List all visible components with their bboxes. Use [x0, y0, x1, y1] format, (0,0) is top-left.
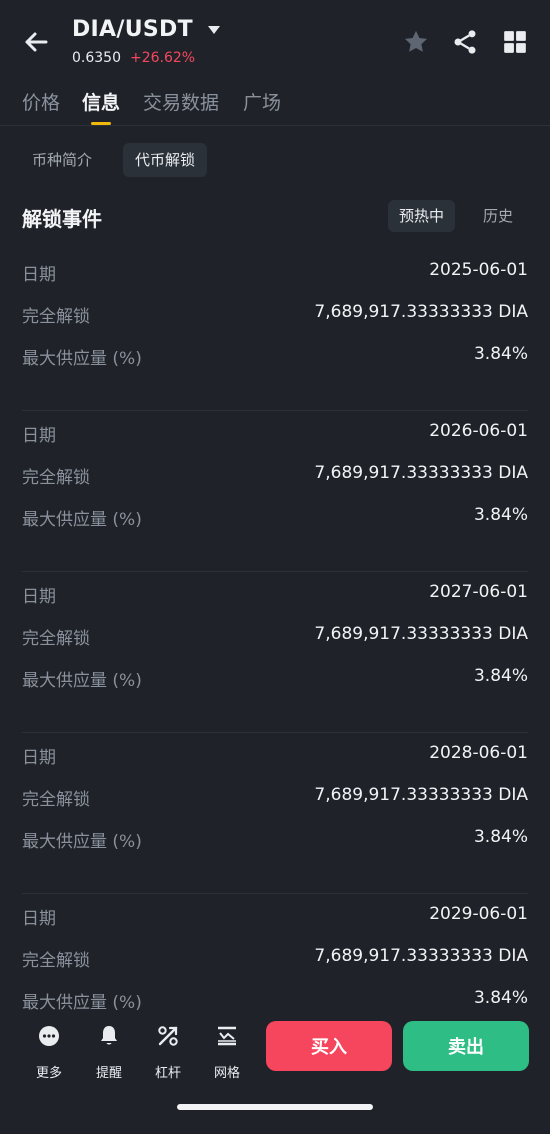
- unlock-event: 日期 2027-06-01 完全解锁 7,689,917.33333333 DI…: [22, 572, 528, 733]
- pair-title[interactable]: DIA/USDT: [72, 17, 193, 42]
- full-unlock-label: 完全解锁: [22, 468, 90, 488]
- alert-button[interactable]: 提醒: [84, 1020, 134, 1081]
- margin-button[interactable]: 杠杆: [143, 1020, 193, 1081]
- event-amount-row: 完全解锁 7,689,917.33333333 DIA: [22, 624, 528, 649]
- tab-trading-data[interactable]: 交易数据: [143, 88, 219, 115]
- unlock-event: 日期 2028-06-01 完全解锁 7,689,917.33333333 DI…: [22, 733, 528, 894]
- supply-pct: 3.84%: [473, 344, 528, 364]
- full-unlock-label: 完全解锁: [22, 790, 90, 810]
- max-supply-label: 最大供应量 (%): [22, 510, 142, 530]
- date-value: 2026-06-01: [429, 421, 528, 441]
- supply-pct: 3.84%: [473, 827, 528, 847]
- unlock-event: 日期 2026-06-01 完全解锁 7,689,917.33333333 DI…: [22, 411, 528, 572]
- event-amount-row: 完全解锁 7,689,917.33333333 DIA: [22, 463, 528, 488]
- active-tab-indicator: [91, 122, 111, 125]
- grid-icon[interactable]: [502, 29, 528, 55]
- caret-down-icon[interactable]: [206, 24, 222, 36]
- max-supply-label: 最大供应量 (%): [22, 671, 142, 691]
- filter-history[interactable]: 历史: [483, 200, 513, 232]
- alert-label: 提醒: [95, 1066, 122, 1081]
- tab-info[interactable]: 信息: [82, 88, 120, 115]
- event-date-row: 日期 2027-06-01: [22, 582, 528, 607]
- event-supply-row: 最大供应量 (%) 3.84%: [22, 344, 528, 369]
- unlock-events-list[interactable]: 日期 2025-06-01 完全解锁 7,689,917.33333333 DI…: [22, 250, 528, 1012]
- event-supply-row: 最大供应量 (%) 3.84%: [22, 505, 528, 530]
- filter-upcoming[interactable]: 预热中: [388, 200, 456, 232]
- event-supply-row: 最大供应量 (%) 3.84%: [22, 827, 528, 852]
- unlock-event: 日期 2029-06-01 完全解锁 7,689,917.33333333 DI…: [22, 894, 528, 1012]
- main-tabs: 价格 信息 交易数据 广场: [0, 84, 550, 126]
- date-value: 2028-06-01: [429, 743, 528, 763]
- unlock-amount: 7,689,917.33333333 DIA: [314, 302, 528, 322]
- max-supply-label: 最大供应量 (%): [22, 349, 142, 369]
- date-label: 日期: [22, 748, 56, 768]
- date-label: 日期: [22, 265, 56, 285]
- full-unlock-label: 完全解锁: [22, 307, 90, 327]
- event-amount-row: 完全解锁 7,689,917.33333333 DIA: [22, 302, 528, 327]
- price-change: +26.62%: [130, 50, 196, 66]
- home-indicator[interactable]: [177, 1104, 373, 1110]
- date-value: 2025-06-01: [429, 260, 528, 280]
- grid-trading-button[interactable]: 网格: [202, 1020, 252, 1081]
- leverage-icon: [158, 1026, 178, 1046]
- back-arrow-icon[interactable]: [20, 26, 52, 58]
- event-supply-row: 最大供应量 (%) 3.84%: [22, 988, 528, 1012]
- event-date-row: 日期 2028-06-01: [22, 743, 528, 768]
- sell-button[interactable]: 卖出: [403, 1021, 529, 1071]
- supply-pct: 3.84%: [473, 505, 528, 525]
- unlock-amount: 7,689,917.33333333 DIA: [314, 946, 528, 966]
- section-title: 解锁事件: [22, 207, 102, 231]
- buy-button[interactable]: 买入: [266, 1021, 392, 1071]
- top-bar: DIA/USDT 0.6350 +26.62%: [0, 0, 550, 80]
- event-date-row: 日期 2026-06-01: [22, 421, 528, 446]
- unlock-amount: 7,689,917.33333333 DIA: [314, 785, 528, 805]
- last-price: 0.6350: [72, 50, 121, 66]
- margin-label: 杠杆: [154, 1066, 181, 1081]
- date-value: 2027-06-01: [429, 582, 528, 602]
- supply-pct: 3.84%: [473, 666, 528, 686]
- supply-pct: 3.84%: [473, 988, 528, 1008]
- date-label: 日期: [22, 426, 56, 446]
- more-label: 更多: [35, 1066, 62, 1081]
- more-button[interactable]: 更多: [24, 1020, 74, 1081]
- event-amount-row: 完全解锁 7,689,917.33333333 DIA: [22, 785, 528, 810]
- max-supply-label: 最大供应量 (%): [22, 832, 142, 852]
- more-dots-icon: [39, 1026, 59, 1046]
- unlock-event: 日期 2025-06-01 完全解锁 7,689,917.33333333 DI…: [22, 250, 528, 411]
- event-date-row: 日期 2025-06-01: [22, 260, 528, 285]
- grid-trading-label: 网格: [213, 1066, 240, 1081]
- subtab-coin-intro[interactable]: 币种简介: [32, 143, 92, 177]
- tab-price[interactable]: 价格: [22, 88, 60, 115]
- share-icon[interactable]: [451, 28, 479, 56]
- unlock-amount: 7,689,917.33333333 DIA: [314, 624, 528, 644]
- bell-icon: [101, 1026, 117, 1045]
- event-amount-row: 完全解锁 7,689,917.33333333 DIA: [22, 946, 528, 971]
- date-label: 日期: [22, 909, 56, 929]
- full-unlock-label: 完全解锁: [22, 629, 90, 649]
- date-label: 日期: [22, 587, 56, 607]
- bottom-action-bar: 更多 提醒 杠杆 网格 买入 卖出: [0, 1012, 550, 1134]
- grid-trading-icon: [218, 1026, 236, 1046]
- star-icon[interactable]: [402, 28, 430, 56]
- unlock-amount: 7,689,917.33333333 DIA: [314, 463, 528, 483]
- max-supply-label: 最大供应量 (%): [22, 993, 142, 1012]
- event-supply-row: 最大供应量 (%) 3.84%: [22, 666, 528, 691]
- full-unlock-label: 完全解锁: [22, 951, 90, 971]
- event-date-row: 日期 2029-06-01: [22, 904, 528, 929]
- subtab-token-unlock[interactable]: 代币解锁: [123, 143, 208, 177]
- tab-square[interactable]: 广场: [243, 88, 281, 115]
- date-value: 2029-06-01: [429, 904, 528, 924]
